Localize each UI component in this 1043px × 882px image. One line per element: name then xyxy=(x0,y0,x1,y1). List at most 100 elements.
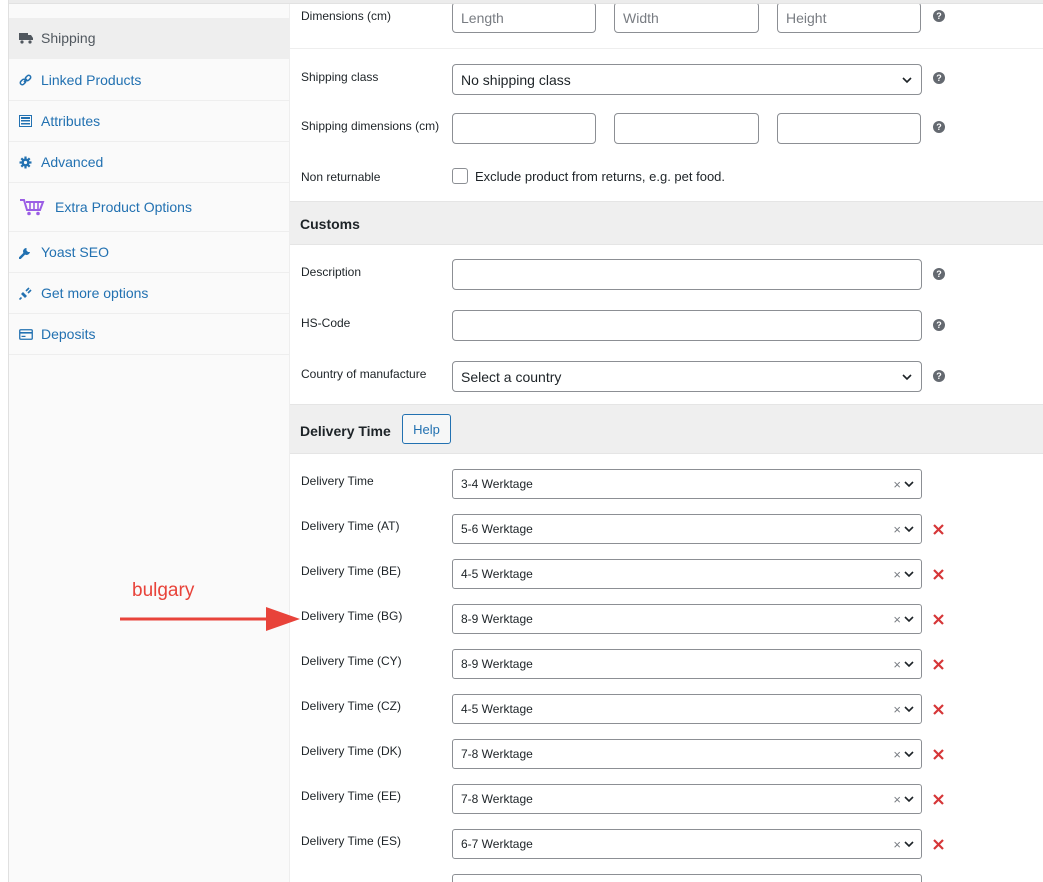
help-icon[interactable]: ? xyxy=(933,319,945,331)
delivery-time-label: Delivery Time (BE) xyxy=(301,564,402,578)
clear-icon[interactable]: × xyxy=(893,702,901,717)
length-input[interactable]: Length xyxy=(452,4,596,33)
non-returnable-label: Non returnable xyxy=(301,170,381,184)
delivery-time-value: 6-7 Werktage xyxy=(461,837,533,851)
chevron-down-icon xyxy=(903,478,915,490)
delivery-time-label: Delivery Time xyxy=(301,474,374,488)
width-input[interactable]: Width xyxy=(614,4,759,33)
delivery-time-select-partial[interactable] xyxy=(452,874,922,882)
dimensions-label: Dimensions (cm) xyxy=(301,9,392,23)
delivery-time-select[interactable]: 8-9 Werktage × xyxy=(452,649,922,679)
tab-attributes[interactable]: Attributes xyxy=(9,101,289,142)
truck-icon xyxy=(19,32,41,44)
tab-label: Attributes xyxy=(41,113,101,129)
tab-yoast-seo[interactable]: Yoast SEO xyxy=(9,232,289,273)
help-icon[interactable]: ? xyxy=(933,72,945,84)
list-icon xyxy=(19,115,41,127)
help-icon[interactable]: ? xyxy=(933,10,945,22)
clear-icon[interactable]: × xyxy=(893,747,901,762)
clear-icon[interactable]: × xyxy=(893,837,901,852)
delivery-time-select[interactable]: 7-8 Werktage × xyxy=(452,739,922,769)
delivery-time-select[interactable]: 8-9 Werktage × xyxy=(452,604,922,634)
tab-label: Deposits xyxy=(41,326,96,342)
tab-deposits[interactable]: Deposits xyxy=(9,314,289,355)
remove-icon[interactable] xyxy=(931,837,945,851)
help-button[interactable]: Help xyxy=(402,414,451,444)
delivery-time-select[interactable]: 5-6 Werktage × xyxy=(452,514,922,544)
delivery-time-value: 4-5 Werktage xyxy=(461,567,533,581)
tab-label: Shipping xyxy=(41,30,96,46)
shipping-class-select[interactable]: No shipping class xyxy=(452,64,922,95)
clear-icon[interactable]: × xyxy=(893,612,901,627)
clear-icon[interactable]: × xyxy=(893,792,901,807)
country-label: Country of manufacture xyxy=(301,367,427,381)
tab-get-more-options[interactable]: Get more options xyxy=(9,273,289,314)
shipping-panel: Dimensions (cm) Length Width Height ? Sh… xyxy=(290,4,1043,882)
chevron-down-icon xyxy=(902,373,912,380)
chevron-down-icon xyxy=(903,523,915,535)
delivery-time-value: 7-8 Werktage xyxy=(461,792,533,806)
customs-title: Customs xyxy=(300,216,360,232)
help-icon[interactable]: ? xyxy=(933,268,945,280)
delivery-time-select[interactable]: 7-8 Werktage × xyxy=(452,784,922,814)
tab-advanced[interactable]: Advanced xyxy=(9,142,289,183)
tab-label: Get more options xyxy=(41,285,149,301)
hs-code-label: HS-Code xyxy=(301,316,351,330)
delivery-time-label: Delivery Time (BG) xyxy=(301,609,403,623)
chevron-down-icon xyxy=(903,703,915,715)
delivery-time-label: Delivery Time (ES) xyxy=(301,834,402,848)
chevron-down-icon xyxy=(903,748,915,760)
clear-icon[interactable]: × xyxy=(893,522,901,537)
remove-icon[interactable] xyxy=(931,747,945,761)
height-input[interactable]: Height xyxy=(777,4,921,33)
tab-label: Advanced xyxy=(41,154,104,170)
remove-icon[interactable] xyxy=(931,612,945,626)
delivery-time-label: Delivery Time (CZ) xyxy=(301,699,402,713)
tab-shipping[interactable]: Shipping xyxy=(9,18,289,59)
delivery-time-select[interactable]: 6-7 Werktage × xyxy=(452,829,922,859)
non-returnable-text: Exclude product from returns, e.g. pet f… xyxy=(475,169,726,184)
tab-label: Extra Product Options xyxy=(55,199,192,215)
tab-label: Linked Products xyxy=(41,72,142,88)
chevron-down-icon xyxy=(902,76,912,83)
remove-icon[interactable] xyxy=(931,522,945,536)
tab-linked-products[interactable]: Linked Products xyxy=(9,60,289,101)
delivery-time-label: Delivery Time (CY) xyxy=(301,654,402,668)
delivery-time-label: Delivery Time (EE) xyxy=(301,789,402,803)
clear-icon[interactable]: × xyxy=(893,657,901,672)
customs-header: Customs xyxy=(290,201,1043,245)
tab-label: Yoast SEO xyxy=(41,244,109,260)
delivery-time-label: Delivery Time (AT) xyxy=(301,519,400,533)
help-icon[interactable]: ? xyxy=(933,121,945,133)
chevron-down-icon xyxy=(903,658,915,670)
card-icon xyxy=(19,328,41,340)
delivery-time-value: 5-6 Werktage xyxy=(461,522,533,536)
delivery-time-select[interactable]: 4-5 Werktage × xyxy=(452,694,922,724)
delivery-time-select[interactable]: 4-5 Werktage × xyxy=(452,559,922,589)
wrench-icon xyxy=(19,246,41,259)
delivery-time-title: Delivery Time xyxy=(300,423,391,439)
shipping-width-input[interactable] xyxy=(614,113,759,144)
non-returnable-checkbox[interactable] xyxy=(452,168,468,184)
tab-extra-product-options[interactable]: Extra Product Options xyxy=(9,183,289,232)
remove-icon[interactable] xyxy=(931,567,945,581)
remove-icon[interactable] xyxy=(931,657,945,671)
description-label: Description xyxy=(301,265,362,279)
chevron-down-icon xyxy=(903,838,915,850)
country-value: Select a country xyxy=(461,368,562,385)
shipping-length-input[interactable] xyxy=(452,113,596,144)
clear-icon[interactable]: × xyxy=(893,477,901,492)
delivery-time-select[interactable]: 3-4 Werktage × xyxy=(452,469,922,499)
remove-icon[interactable] xyxy=(931,702,945,716)
remove-icon[interactable] xyxy=(931,792,945,806)
help-icon[interactable]: ? xyxy=(933,370,945,382)
shipping-class-value: No shipping class xyxy=(461,71,571,88)
description-input[interactable] xyxy=(452,259,922,290)
shipping-height-input[interactable] xyxy=(777,113,921,144)
clear-icon[interactable]: × xyxy=(893,567,901,582)
delivery-time-value: 8-9 Werktage xyxy=(461,657,533,671)
plug-icon xyxy=(19,286,41,300)
hs-code-input[interactable] xyxy=(452,310,922,341)
chevron-down-icon xyxy=(903,613,915,625)
country-select[interactable]: Select a country xyxy=(452,361,922,392)
